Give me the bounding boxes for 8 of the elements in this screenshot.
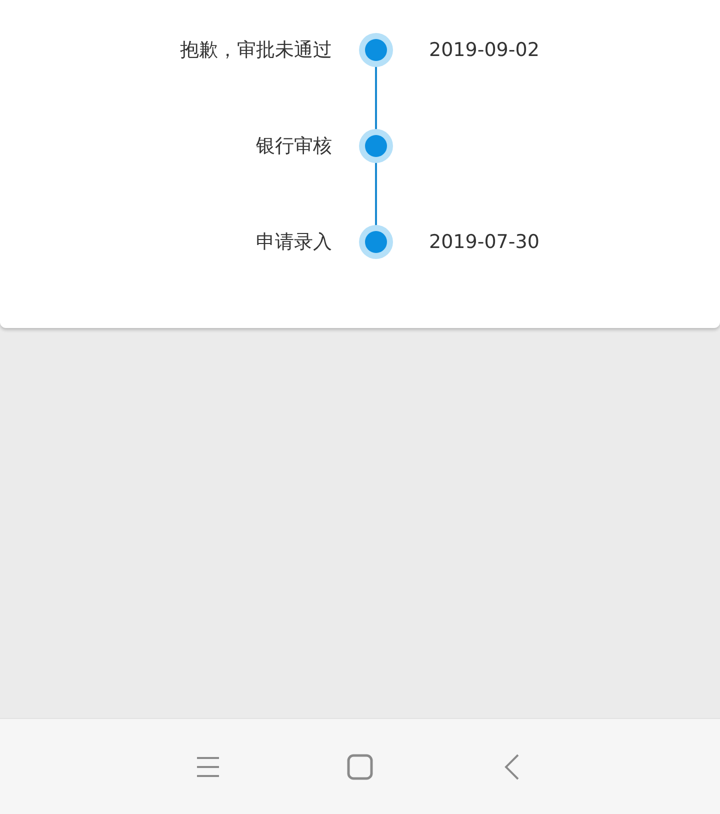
status-date: 2019-07-30 — [429, 230, 540, 255]
status-label: 申请录入 — [256, 230, 332, 255]
back-icon — [504, 754, 520, 780]
status-date: 2019-09-02 — [429, 38, 540, 63]
menu-icon — [196, 756, 220, 778]
status-label: 银行审核 — [256, 134, 332, 159]
status-label: 抱歉，审批未通过 — [180, 38, 332, 63]
home-icon — [347, 754, 373, 780]
